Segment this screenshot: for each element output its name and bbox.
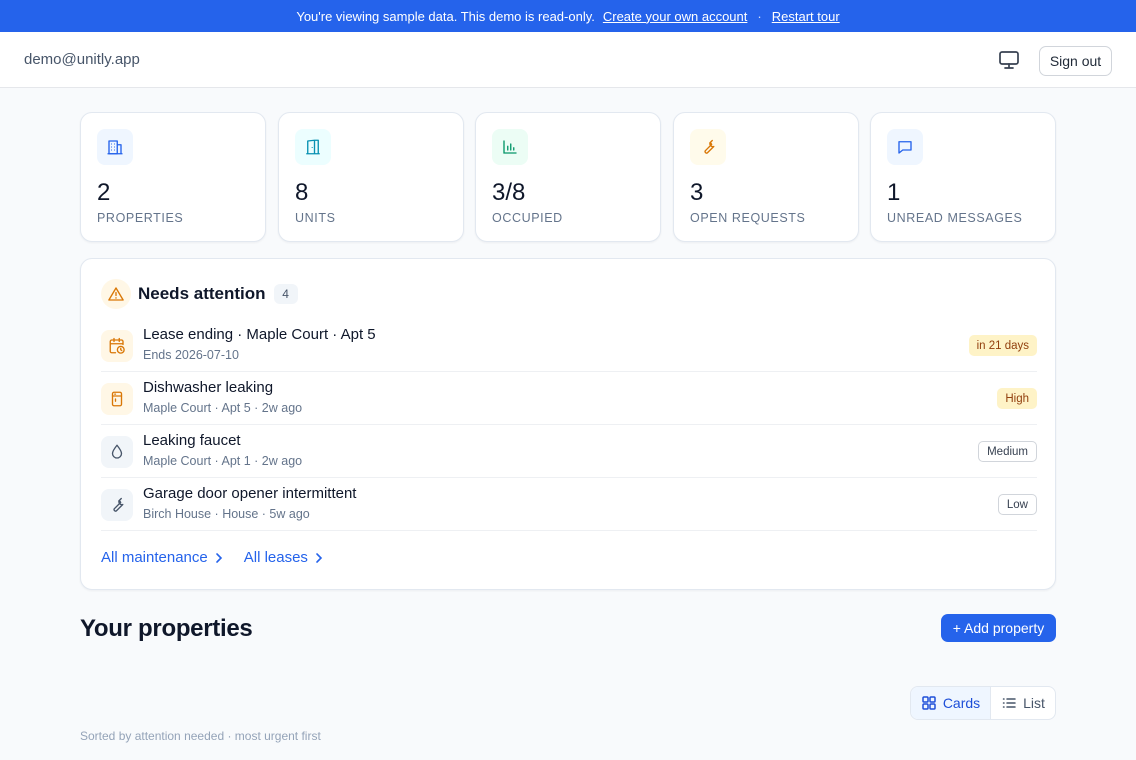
building-icon [97, 129, 133, 165]
needs-attention-title: Needs attention [138, 284, 266, 303]
demo-banner: You're viewing sample data. This demo is… [0, 0, 1136, 32]
needs-attention-header: Needs attention 4 [101, 279, 298, 309]
attention-item-title: Dishwasher leaking [143, 379, 274, 396]
calendar-clock-icon [101, 330, 133, 362]
sort-note: Sorted by attention needed · most urgent… [80, 729, 321, 743]
attention-item-subtitle: Ends 2026-07-10 [143, 348, 239, 362]
cards-view-label: Cards [942, 695, 981, 711]
top-bar: demo@unitly.app Sign out [0, 32, 1136, 88]
attention-count-badge: 4 [273, 284, 298, 304]
appliance-icon [101, 383, 133, 415]
chevron-right-icon [316, 552, 323, 563]
status-badge: High [997, 388, 1037, 409]
all-maintenance-label: All maintenance [101, 549, 208, 566]
droplet-icon [101, 436, 133, 468]
stat-value: 1 [887, 179, 901, 206]
list-icon [1002, 698, 1016, 708]
attention-item-title: Leaking faucet [143, 432, 241, 449]
status-badge: Low [997, 494, 1037, 515]
stat-value: 8 [295, 179, 309, 206]
stat-value: 3/8 [492, 179, 526, 206]
bar-chart-icon [492, 129, 528, 165]
stat-value: 3 [690, 179, 704, 206]
message-icon [887, 129, 923, 165]
all-leases-label: All leases [243, 549, 308, 566]
attention-item[interactable]: Leaking faucet Maple Court · Apt 1 · 2w … [101, 425, 1037, 478]
stat-card-open-requests[interactable]: 3 Open requests [673, 112, 859, 242]
stat-card-properties[interactable]: 2 Properties [80, 112, 266, 242]
stat-label: Units [295, 211, 336, 225]
stat-card-unread-messages[interactable]: 1 Unread messages [870, 112, 1056, 242]
attention-item[interactable]: Lease ending · Maple Court · Apt 5 Ends … [101, 319, 1037, 372]
add-property-button[interactable]: + Add property [941, 614, 1056, 642]
stat-label: Unread messages [887, 211, 1023, 225]
needs-attention-panel: Needs attention 4 Lease ending · Maple C… [80, 258, 1056, 590]
stat-label: Occupied [492, 211, 563, 225]
all-leases-link[interactable]: All leases [244, 549, 324, 566]
stat-label: Open requests [690, 211, 806, 225]
stat-label: Properties [97, 211, 184, 225]
wrench-icon [690, 129, 726, 165]
wrench-icon [101, 489, 133, 521]
attention-item[interactable]: Garage door opener intermittent Birch Ho… [101, 478, 1037, 531]
attention-item-title: Garage door opener intermittent [143, 485, 357, 502]
stat-card-units[interactable]: 8 Units [278, 112, 464, 242]
attention-item-subtitle: Maple Court · Apt 5 · 2w ago [143, 401, 303, 415]
chevron-right-icon [215, 552, 222, 563]
user-email: demo@unitly.app [24, 51, 140, 68]
attention-links: All maintenance All leases [101, 549, 324, 566]
status-badge: Medium [978, 441, 1037, 462]
attention-item-subtitle: Birch House · House · 5w ago [143, 507, 310, 521]
restart-tour-link[interactable]: Restart tour [772, 9, 840, 24]
banner-message: You're viewing sample data. This demo is… [296, 8, 595, 24]
attention-item-subtitle: Maple Court · Apt 1 · 2w ago [143, 454, 303, 468]
stat-value: 2 [97, 179, 111, 206]
grid-icon [922, 696, 936, 710]
status-badge: in 21 days [968, 335, 1037, 356]
all-maintenance-link[interactable]: All maintenance [101, 549, 224, 566]
list-view-label: List [1023, 695, 1045, 711]
list-view-button[interactable]: List [991, 687, 1055, 719]
monitor-icon[interactable] [997, 49, 1021, 71]
sign-out-button[interactable]: Sign out [1039, 46, 1112, 76]
stat-card-occupied[interactable]: 3/8 Occupied [475, 112, 661, 242]
view-toggle: Cards List [910, 686, 1056, 720]
cards-view-button[interactable]: Cards [911, 687, 991, 719]
create-account-link[interactable]: Create your own account [603, 9, 748, 24]
banner-separator: · [757, 8, 762, 24]
door-icon [295, 129, 331, 165]
attention-item[interactable]: Dishwasher leaking Maple Court · Apt 5 ·… [101, 372, 1037, 425]
attention-item-title: Lease ending · Maple Court · Apt 5 [143, 326, 376, 343]
warning-icon [101, 279, 131, 309]
properties-heading: Your properties [80, 615, 253, 642]
